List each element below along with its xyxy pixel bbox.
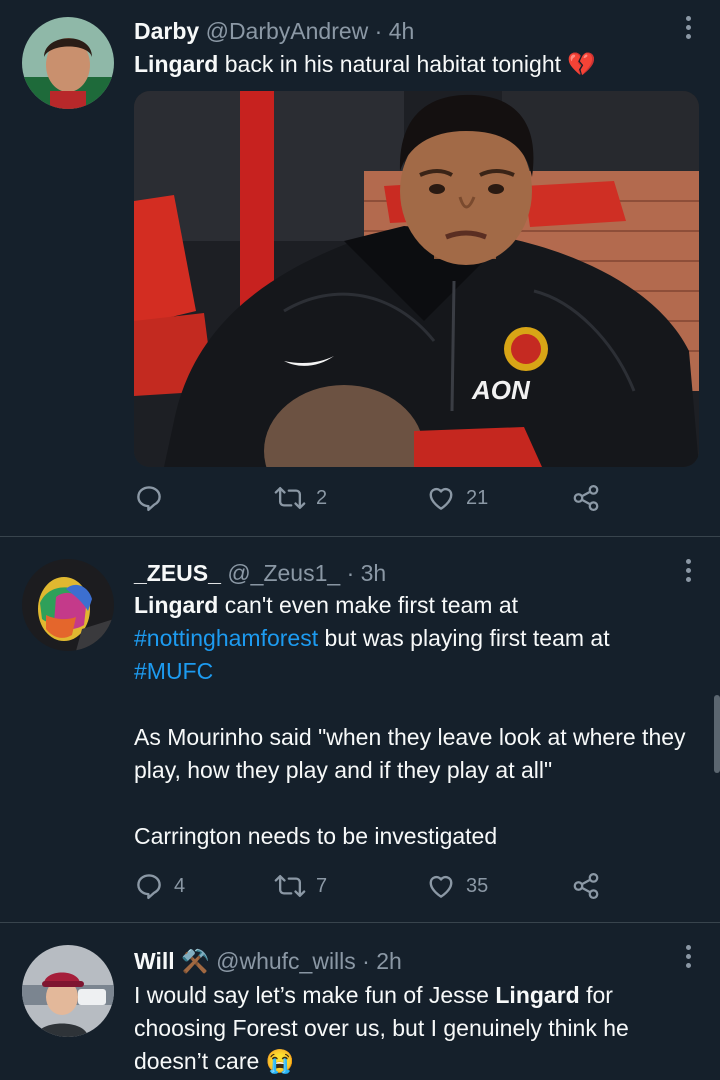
tweet-darby[interactable]: Darby @DarbyAndrew · 4h Lingard back in … (0, 0, 720, 536)
tweet-header: Will ⚒️ @whufc_wills · 2h (134, 947, 402, 975)
like-count: 21 (466, 486, 489, 509)
paragraph-1: Lingard can't even make first team at #n… (134, 589, 694, 688)
separator: · (340, 560, 361, 586)
avatar-will[interactable] (22, 945, 114, 1037)
like-icon (429, 487, 453, 510)
text-segment: can't even make first team at (218, 592, 519, 618)
tweet-text: Lingard back in his natural habitat toni… (134, 48, 694, 81)
avatar-darby-image (22, 17, 114, 109)
share-icon (573, 873, 599, 899)
tweet-will[interactable]: Will ⚒️ @whufc_wills · 2h I would say le… (0, 923, 720, 1080)
author-handle[interactable]: @_Zeus1_ (227, 560, 340, 586)
tweet-photo: AON (134, 91, 699, 467)
more-icon[interactable] (686, 559, 692, 586)
keyword: Lingard (134, 592, 219, 618)
broken-heart-emoji: 💔 (567, 51, 597, 77)
avatar-zeus-image (22, 559, 114, 651)
retweet-icon (274, 486, 306, 510)
author-name[interactable]: Darby (134, 18, 199, 44)
keyword: Lingard (495, 982, 580, 1008)
author-handle[interactable]: @whufc_wills (216, 948, 356, 974)
tweet-text: Lingard can't even make first team at #n… (134, 589, 694, 853)
retweet-button[interactable]: 7 (274, 871, 327, 901)
keyword: Lingard (134, 51, 219, 77)
author-name[interactable]: _ZEUS_ (134, 560, 221, 586)
share-button[interactable] (570, 483, 602, 513)
retweet-button[interactable]: 2 (274, 483, 327, 513)
separator: · (355, 948, 377, 974)
avatar-will-image (22, 945, 114, 1037)
sponsor-logo: AON (471, 375, 531, 405)
tweet-actions: 2 21 (134, 483, 614, 517)
text-segment: but was playing first team at (318, 625, 610, 651)
like-button[interactable]: 35 (426, 871, 488, 901)
retweet-count: 7 (316, 874, 328, 897)
reply-icon (137, 486, 161, 512)
paragraph-2: As Mourinho said "when they leave look a… (134, 724, 686, 783)
reply-button[interactable] (134, 483, 174, 513)
tweet-zeus[interactable]: _ZEUS_ @_Zeus1_ · 3h Lingard can't even … (0, 537, 720, 921)
reply-count: 4 (174, 874, 186, 897)
hashtag-link[interactable]: #nottinghamforest (134, 625, 318, 651)
crying-emoji: 😭 (265, 1048, 295, 1074)
text-segment: back in his natural habitat tonight (218, 51, 568, 77)
retweet-count: 2 (316, 486, 328, 509)
scrollbar[interactable] (714, 695, 720, 773)
tweet-header: Darby @DarbyAndrew · 4h (134, 17, 414, 45)
like-icon (429, 875, 453, 898)
tweet-actions: 4 7 35 (134, 871, 614, 905)
paragraph-3: Carrington needs to be investigated (134, 823, 498, 849)
hammers-emoji: ⚒️ (181, 948, 210, 974)
timestamp[interactable]: 4h (389, 18, 415, 44)
timestamp[interactable]: 3h (361, 560, 387, 586)
more-icon[interactable] (686, 16, 692, 43)
reply-button[interactable]: 4 (134, 871, 185, 901)
tweet-header: _ZEUS_ @_Zeus1_ · 3h (134, 559, 386, 587)
avatar-darby[interactable] (22, 17, 114, 109)
separator: · (368, 18, 389, 44)
share-icon (573, 485, 599, 511)
like-count: 35 (466, 874, 489, 897)
retweet-icon (274, 874, 306, 898)
reply-icon (137, 874, 161, 900)
hashtag-link[interactable]: #MUFC (134, 658, 213, 684)
share-button[interactable] (570, 871, 602, 901)
more-icon[interactable] (686, 945, 692, 972)
tweet-text: I would say let’s make fun of Jesse Ling… (134, 979, 694, 1078)
author-handle[interactable]: @DarbyAndrew (206, 18, 369, 44)
tweet-image[interactable]: AON (134, 91, 699, 467)
text-segment: I would say let’s make fun of Jesse (134, 982, 496, 1008)
timestamp[interactable]: 2h (376, 948, 402, 974)
like-button[interactable]: 21 (426, 483, 488, 513)
avatar-zeus[interactable] (22, 559, 114, 651)
author-name[interactable]: Will (134, 948, 175, 974)
